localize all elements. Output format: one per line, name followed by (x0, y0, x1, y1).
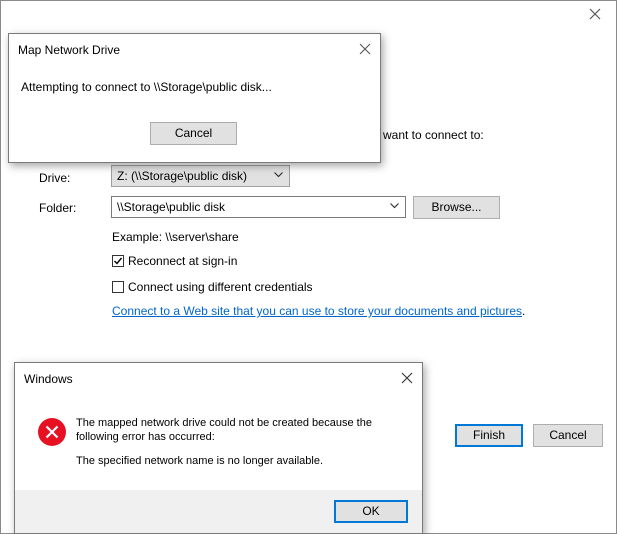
close-icon[interactable] (401, 372, 413, 384)
reconnect-checkbox[interactable] (112, 255, 124, 267)
connecting-cancel-button[interactable]: Cancel (150, 122, 237, 145)
error-dialog-title: Windows (24, 372, 73, 386)
ok-button[interactable]: OK (334, 500, 408, 523)
error-message-line-2: following error has occurred: (76, 431, 215, 443)
link-period: . (522, 304, 526, 318)
reconnect-label: Reconnect at sign-in (128, 254, 238, 268)
connecting-dialog-title: Map Network Drive (18, 43, 121, 57)
error-detail: The specified network name is no longer … (76, 455, 324, 467)
wizard-cancel-button[interactable]: Cancel (533, 424, 603, 447)
folder-combobox-value: \\Storage\public disk (117, 200, 226, 214)
folder-label: Folder: (39, 201, 77, 215)
credentials-label: Connect using different credentials (128, 280, 313, 294)
error-icon (38, 418, 66, 446)
close-icon[interactable] (588, 7, 602, 21)
credentials-checkbox[interactable] (112, 281, 124, 293)
example-text: Example: \\server\share (112, 230, 239, 244)
error-dialog: Windows The mapped network drive could n… (14, 362, 423, 534)
drive-select[interactable]: Z: (\\Storage\public disk) (111, 165, 290, 187)
chevron-down-icon (274, 172, 283, 178)
wizard-prompt-text: want to connect to: (383, 128, 484, 142)
web-site-link[interactable]: Connect to a Web site that you can use t… (112, 304, 522, 318)
drive-select-value: Z: (\\Storage\public disk) (117, 169, 248, 183)
error-message-line-1: The mapped network drive could not be cr… (76, 417, 372, 429)
check-mark-icon (114, 257, 123, 265)
error-message: The mapped network drive could not be cr… (76, 416, 372, 444)
error-dialog-footer: OK (15, 490, 422, 533)
connecting-dialog: Map Network Drive Attempting to connect … (8, 33, 381, 163)
chevron-down-icon[interactable] (390, 203, 399, 209)
drive-label: Drive: (39, 171, 71, 185)
browse-button[interactable]: Browse... (413, 196, 500, 219)
connecting-message: Attempting to connect to \\Storage\publi… (21, 80, 272, 94)
close-icon[interactable] (359, 43, 371, 55)
folder-combobox[interactable]: \\Storage\public disk (111, 196, 406, 218)
finish-button[interactable]: Finish (455, 424, 523, 447)
web-site-link-row: Connect to a Web site that you can use t… (112, 304, 525, 318)
